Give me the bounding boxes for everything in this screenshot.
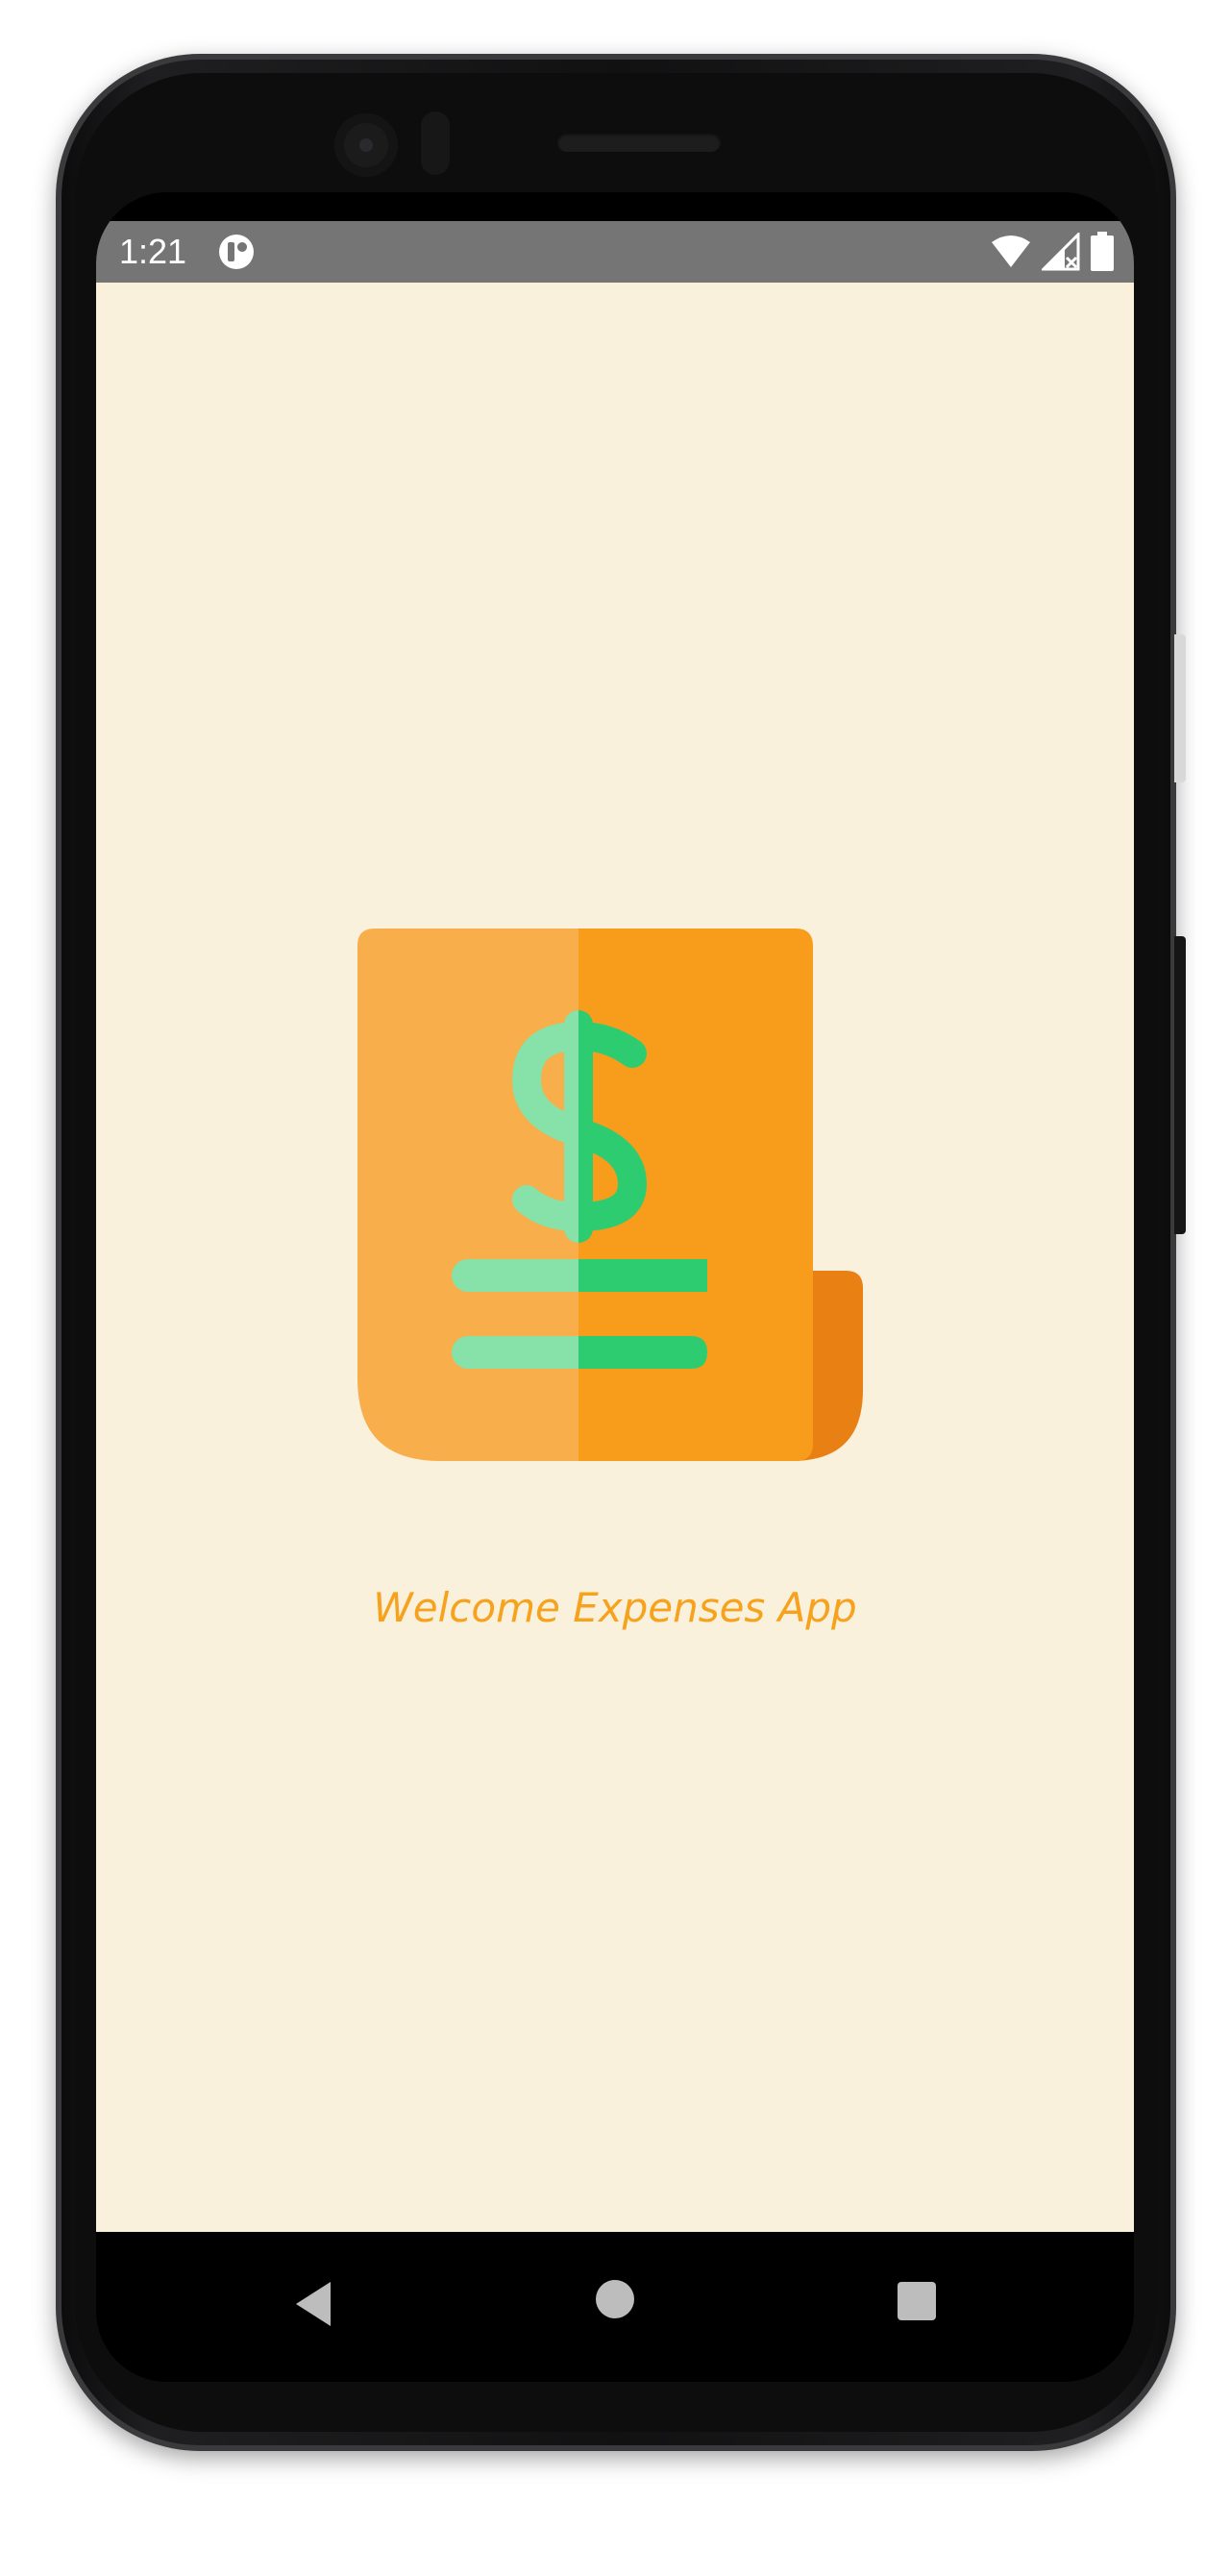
welcome-title: Welcome Expenses App [373,1584,857,1631]
status-bar: 1:21 [96,221,1134,283]
power-button [1174,936,1186,1234]
screen: 1:21 Welcome Expenses App [96,192,1134,2382]
recents-icon[interactable] [898,2282,936,2320]
device-frame: 1:21 Welcome Expenses App [0,0,1230,2576]
status-icons [990,231,1115,273]
home-icon[interactable] [596,2280,634,2318]
expense-receipt-dollar-icon [357,929,863,1461]
front-camera [334,113,398,177]
back-icon[interactable] [288,2270,346,2338]
app-notification-icon [219,235,254,269]
proximity-sensor [421,111,450,175]
signal-icon [1042,233,1080,271]
status-time: 1:21 [119,232,187,271]
splash-screen: Welcome Expenses App [96,283,1134,2232]
wifi-icon [992,235,1030,267]
battery-icon [1091,232,1114,271]
navigation-bar [96,2232,1134,2382]
volume-button [1174,634,1186,782]
earpiece-speaker [557,133,721,152]
